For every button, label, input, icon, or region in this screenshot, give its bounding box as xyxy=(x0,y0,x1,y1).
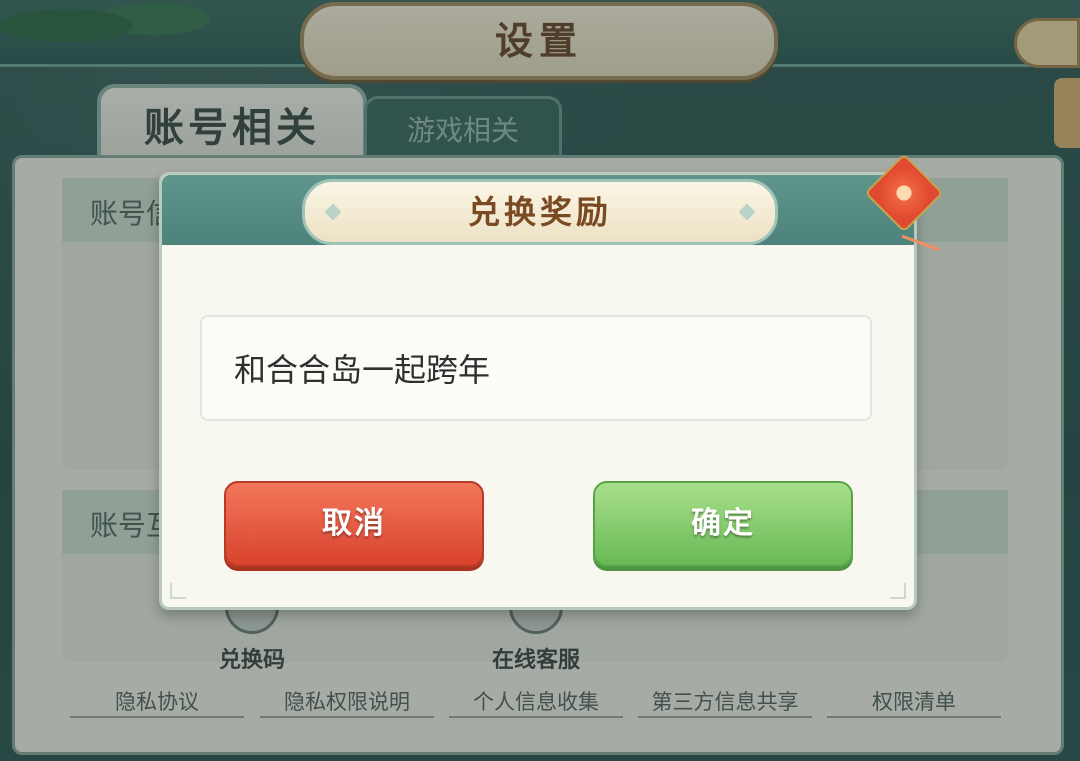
diamond-icon xyxy=(324,203,342,221)
cancel-button-label: 取消 xyxy=(322,506,386,541)
diamond-icon xyxy=(738,203,756,221)
confirm-button-label: 确定 xyxy=(691,506,755,541)
confirm-button[interactable]: 确定 xyxy=(593,481,853,567)
dialog-header: 兑换奖励 xyxy=(162,175,914,245)
dialog-title: 兑换奖励 xyxy=(467,193,612,231)
cancel-button[interactable]: 取消 xyxy=(224,481,484,567)
dialog-title-plaque: 兑换奖励 xyxy=(302,179,778,245)
corner-ornament-icon xyxy=(890,583,906,599)
redeem-dialog: 兑换奖励 取消 确定 xyxy=(159,153,944,610)
redeem-code-input[interactable] xyxy=(200,315,872,421)
corner-ornament-icon xyxy=(170,583,186,599)
